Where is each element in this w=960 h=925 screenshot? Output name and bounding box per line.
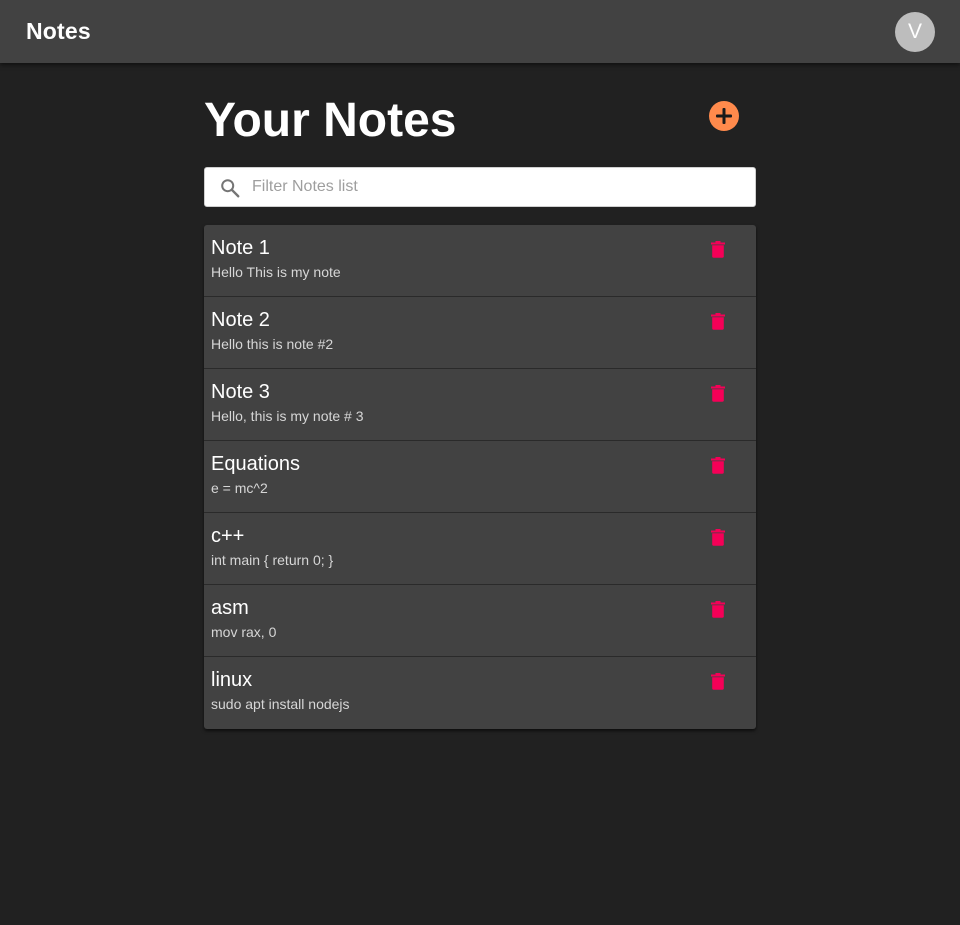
trash-icon — [711, 528, 725, 546]
notes-page: Your Notes Note 1 Hello This is my note … — [204, 63, 756, 729]
note-title: linux — [211, 669, 253, 691]
delete-note-button[interactable] — [706, 381, 730, 405]
note-list-item[interactable]: c++ int main { return 0; } — [204, 513, 756, 585]
delete-note-button[interactable] — [706, 525, 730, 549]
note-preview: Hello, this is my note # 3 — [211, 408, 364, 424]
trash-icon — [711, 240, 725, 258]
note-list-item[interactable]: asm mov rax, 0 — [204, 585, 756, 657]
plus-icon — [716, 108, 732, 124]
note-preview: sudo apt install nodejs — [211, 696, 350, 712]
note-title: asm — [211, 597, 249, 619]
note-list-item[interactable]: Note 2 Hello this is note #2 — [204, 297, 756, 369]
trash-icon — [711, 600, 725, 618]
delete-note-button[interactable] — [706, 597, 730, 621]
app-bar: Notes V — [0, 0, 960, 63]
note-title: Note 2 — [211, 309, 270, 331]
page-title: Your Notes — [204, 94, 457, 147]
trash-icon — [711, 456, 725, 474]
note-list-item[interactable]: Equations e = mc^2 — [204, 441, 756, 513]
note-title: Note 1 — [211, 237, 270, 259]
note-list-item[interactable]: Note 3 Hello, this is my note # 3 — [204, 369, 756, 441]
trash-icon — [711, 312, 725, 330]
avatar[interactable]: V — [895, 11, 935, 52]
search-box — [204, 167, 756, 207]
notes-list: Note 1 Hello This is my note Note 2 Hell… — [204, 225, 756, 729]
add-note-button[interactable] — [709, 101, 739, 131]
delete-note-button[interactable] — [706, 237, 730, 261]
delete-note-button[interactable] — [706, 453, 730, 477]
trash-icon — [711, 672, 725, 690]
search-icon — [221, 179, 240, 198]
note-preview: mov rax, 0 — [211, 624, 277, 640]
app-title: Notes — [26, 18, 91, 44]
search-input[interactable] — [250, 168, 750, 206]
delete-note-button[interactable] — [706, 309, 730, 333]
delete-note-button[interactable] — [706, 669, 730, 693]
note-preview: Hello This is my note — [211, 264, 341, 280]
note-preview: int main { return 0; } — [211, 552, 334, 568]
page-header: Your Notes — [204, 63, 756, 167]
note-title: c++ — [211, 525, 245, 547]
note-preview: Hello this is note #2 — [211, 336, 334, 352]
trash-icon — [711, 384, 725, 402]
note-list-item[interactable]: Note 1 Hello This is my note — [204, 225, 756, 297]
note-preview: e = mc^2 — [211, 480, 268, 496]
note-list-item[interactable]: linux sudo apt install nodejs — [204, 657, 756, 729]
note-title: Equations — [211, 453, 300, 475]
note-title: Note 3 — [211, 381, 270, 403]
